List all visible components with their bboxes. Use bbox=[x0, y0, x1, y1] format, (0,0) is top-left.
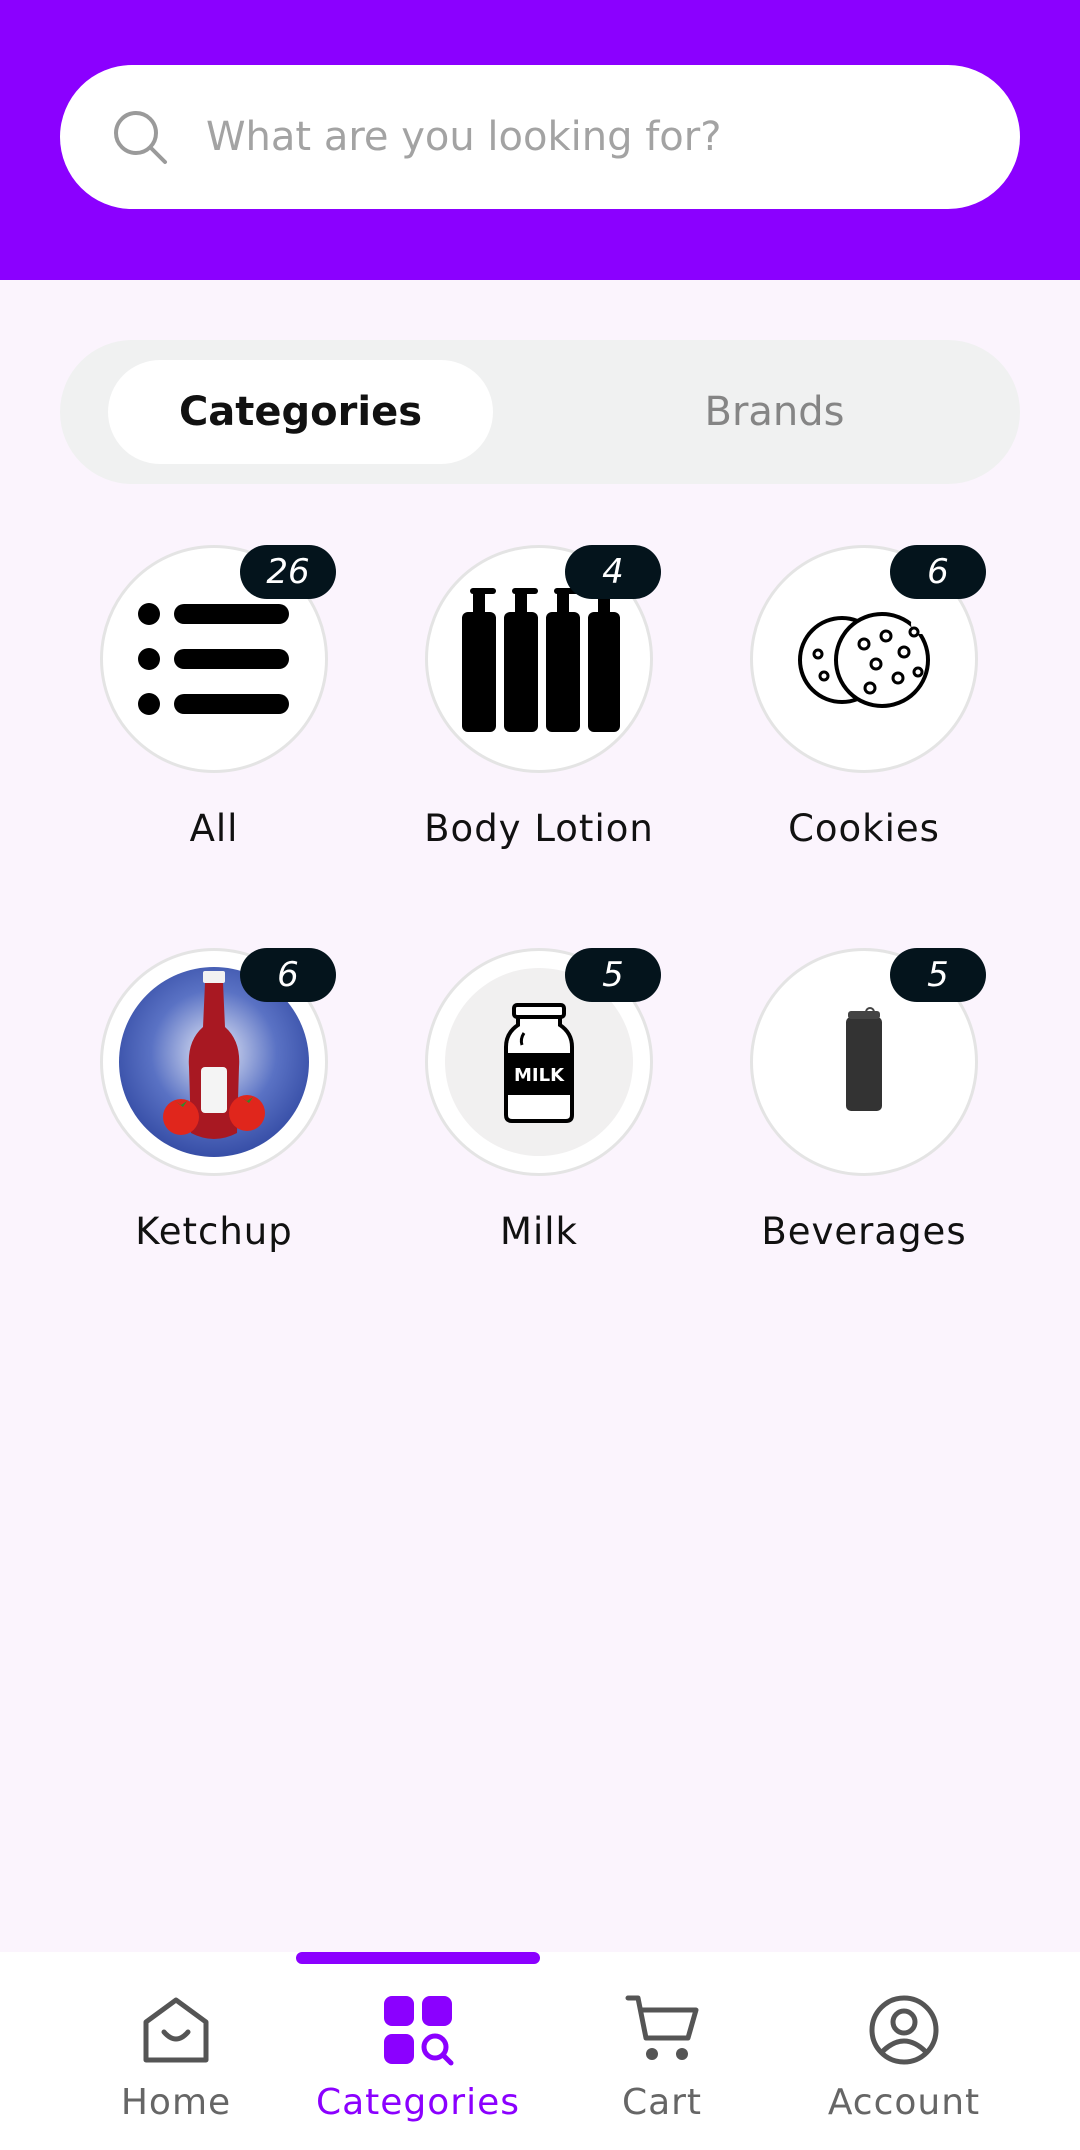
category-label: Body Lotion bbox=[424, 807, 654, 850]
categories-brands-toggle: Categories Brands bbox=[60, 340, 1020, 484]
search-icon bbox=[114, 111, 167, 164]
count-badge: 4 bbox=[565, 545, 661, 599]
svg-text:MILK: MILK bbox=[514, 1065, 565, 1086]
top-bar bbox=[0, 0, 1080, 280]
active-tab-indicator bbox=[296, 1952, 540, 1964]
category-item-beverages[interactable]: 5 Beverages bbox=[704, 948, 1004, 1288]
count-badge: 6 bbox=[240, 948, 336, 1002]
count-badge: 26 bbox=[240, 545, 336, 599]
nav-label: Home bbox=[120, 2082, 232, 2123]
category-label: Beverages bbox=[761, 1210, 967, 1253]
category-item-milk[interactable]: MILK 5 Milk bbox=[379, 948, 679, 1288]
category-item-ketchup[interactable]: 6 Ketchup bbox=[54, 948, 354, 1288]
category-label: Cookies bbox=[788, 807, 940, 850]
nav-label: Categories bbox=[315, 2082, 521, 2123]
nav-categories[interactable]: Categories bbox=[298, 1992, 538, 2142]
list-icon bbox=[138, 603, 289, 715]
bottom-navigation: Home Categories Cart Account bbox=[0, 1952, 1080, 2150]
category-item-cookies[interactable]: 6 Cookies bbox=[704, 545, 1004, 885]
count-badge: 5 bbox=[565, 948, 661, 1002]
cart-icon bbox=[625, 1995, 699, 2060]
nav-label: Cart bbox=[621, 2082, 703, 2123]
cookies-icon bbox=[798, 612, 931, 708]
categories-grid-icon bbox=[384, 1996, 454, 2066]
category-item-body-lotion[interactable]: 4 Body Lotion bbox=[379, 545, 679, 885]
nav-cart[interactable]: Cart bbox=[542, 1992, 782, 2142]
category-label: Milk bbox=[500, 1210, 578, 1253]
home-bag-icon bbox=[143, 1997, 209, 2063]
nav-account[interactable]: Account bbox=[784, 1992, 1024, 2142]
nav-label: Account bbox=[827, 2082, 981, 2123]
account-icon bbox=[869, 1995, 939, 2065]
search-bar[interactable] bbox=[60, 65, 1020, 209]
tab-brands[interactable]: Brands bbox=[582, 360, 967, 464]
category-item-all[interactable]: 26 All bbox=[54, 545, 354, 885]
beverage-can-icon bbox=[846, 1007, 882, 1111]
count-badge: 5 bbox=[890, 948, 986, 1002]
category-label: All bbox=[189, 807, 239, 850]
tab-categories[interactable]: Categories bbox=[108, 360, 493, 464]
nav-home[interactable]: Home bbox=[56, 1992, 296, 2142]
count-badge: 6 bbox=[890, 545, 986, 599]
lotion-bottles-icon bbox=[462, 588, 621, 732]
search-input[interactable] bbox=[206, 114, 966, 160]
category-label: Ketchup bbox=[135, 1210, 293, 1253]
